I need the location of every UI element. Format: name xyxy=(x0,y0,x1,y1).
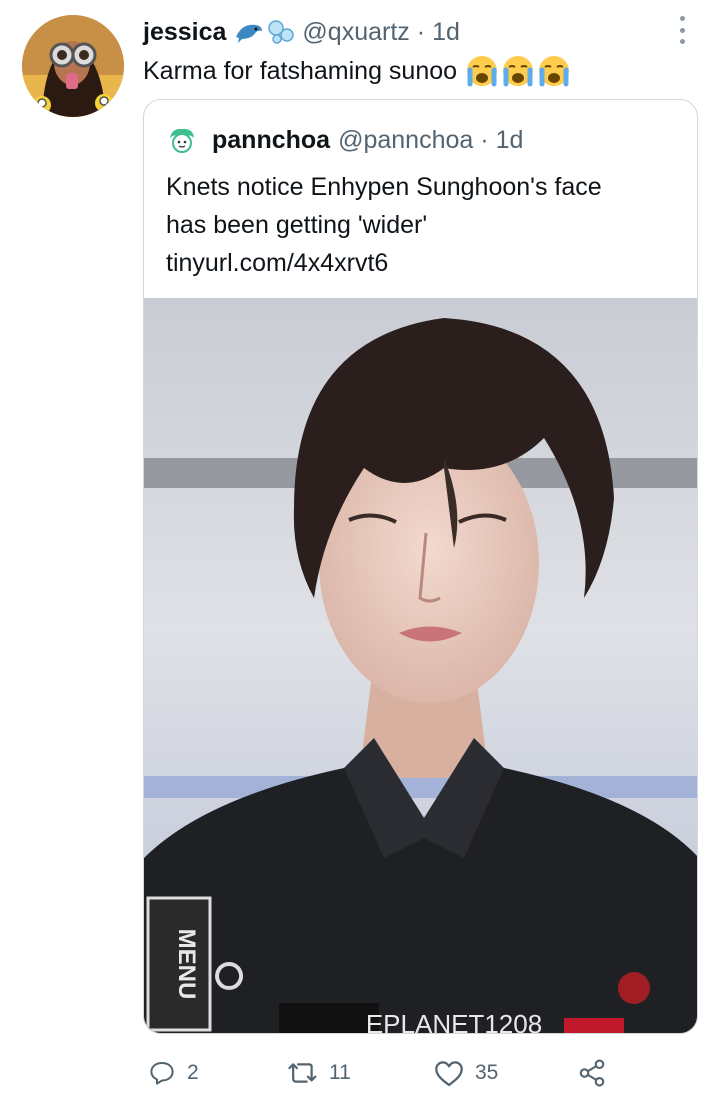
tweet-text-content: Karma for fatshaming sunoo xyxy=(143,56,458,85)
share-button[interactable] xyxy=(577,1053,607,1093)
heart-icon xyxy=(435,1061,463,1087)
bubbles-icon xyxy=(268,20,295,44)
reply-count: 2 xyxy=(187,1061,199,1084)
image-overlay-menu: MENU xyxy=(173,929,200,1000)
more-options-icon[interactable] xyxy=(672,16,692,44)
name-emojis xyxy=(234,19,296,45)
quoted-text-line: has been getting 'wider' xyxy=(166,211,428,239)
quoted-tweet-photo[interactable]: MENU EPLANET1208 xyxy=(144,298,697,1034)
quoted-tweet-header: pannchoa @pannchoa · 1d xyxy=(166,122,523,158)
crying-face-icon xyxy=(467,56,498,87)
quoted-author-avatar xyxy=(166,124,198,156)
reply-icon xyxy=(150,1062,174,1085)
tweet-emojis xyxy=(465,54,571,88)
author-avatar[interactable] xyxy=(22,15,124,117)
retweet-icon xyxy=(288,1063,317,1083)
image-overlay-watermark: EPLANET1208 xyxy=(366,1009,542,1034)
crying-face-icon xyxy=(503,56,534,87)
like-button[interactable]: 35 xyxy=(433,1053,498,1093)
share-icon xyxy=(579,1059,605,1087)
tweet-text: Karma for fatshaming sunoo xyxy=(143,54,571,88)
quoted-tweet-time: 1d xyxy=(495,125,524,154)
author-name[interactable]: jessica xyxy=(143,18,226,47)
quoted-text-link: tinyurl.com/4x4xrvt6 xyxy=(166,249,389,277)
reply-button[interactable]: 2 xyxy=(147,1053,199,1093)
quoted-tweet-text: Knets notice Enhypen Sunghoon's face has… xyxy=(166,168,686,282)
tweet-time[interactable]: 1d xyxy=(432,18,460,47)
crying-face-icon xyxy=(539,56,570,87)
separator-dot: · xyxy=(480,125,489,154)
retweet-button[interactable]: 11 xyxy=(287,1053,351,1093)
quoted-author-handle: @pannchoa xyxy=(338,125,474,154)
quoted-author-name: pannchoa xyxy=(212,125,331,154)
quoted-tweet[interactable]: pannchoa @pannchoa · 1d Knets notice Enh… xyxy=(143,99,698,1034)
author-handle[interactable]: @qxuartz xyxy=(302,18,409,47)
tweet-header: jessica @qxuartz · 1d xyxy=(143,14,460,50)
dolphin-icon xyxy=(236,24,263,43)
tweet-actions: 2 11 35 xyxy=(143,1053,703,1093)
quoted-text-line: Knets notice Enhypen Sunghoon's face xyxy=(166,173,602,201)
retweet-count: 11 xyxy=(329,1061,351,1084)
separator-dot: · xyxy=(416,17,426,46)
like-count: 35 xyxy=(475,1061,499,1084)
